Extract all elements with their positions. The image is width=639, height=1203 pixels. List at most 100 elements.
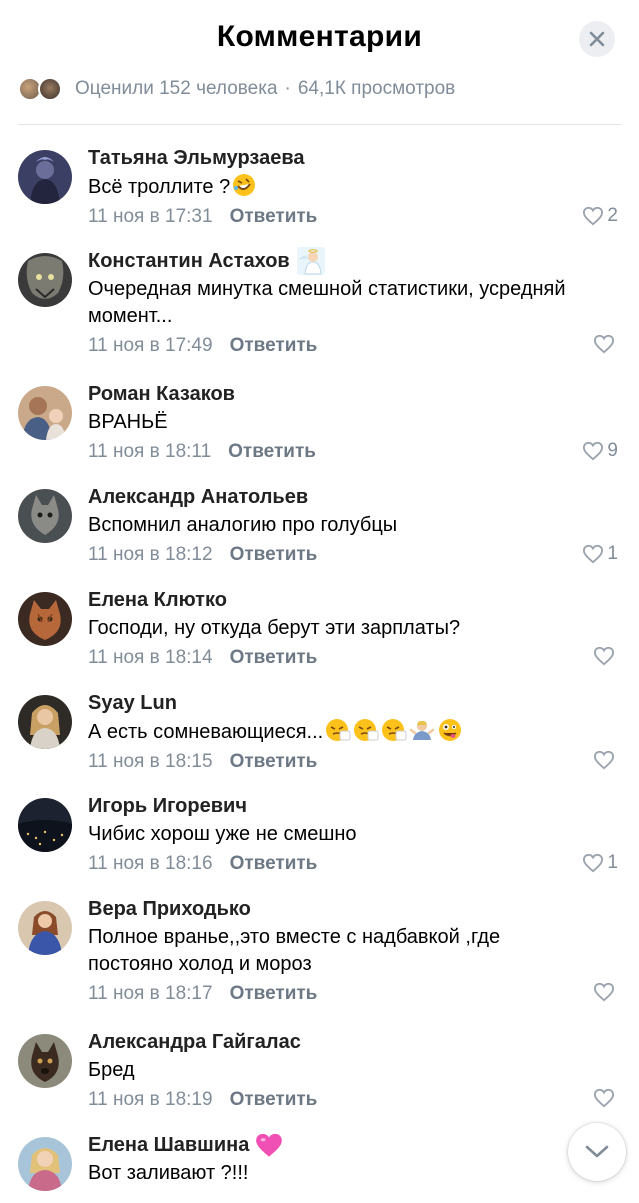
comment-date: 11 ноя в 18:19 xyxy=(88,1089,213,1110)
shrug-emoji xyxy=(409,718,435,742)
reply-button[interactable]: Ответить xyxy=(228,441,316,463)
heart-icon xyxy=(593,646,615,666)
like-button[interactable]: 1 xyxy=(582,852,618,874)
avatar[interactable] xyxy=(18,1137,72,1191)
scroll-down-button[interactable] xyxy=(568,1123,626,1181)
comment-date: 11 ноя в 18:11 xyxy=(88,441,212,462)
heart-icon xyxy=(593,982,615,1002)
heart-icon xyxy=(583,206,604,226)
comment-author[interactable]: Елена Клютко xyxy=(88,587,618,613)
comment-text: Очередная минутка смешной статистики, ус… xyxy=(88,278,566,327)
comment-author[interactable]: Александра Гайгалас xyxy=(88,1029,618,1055)
comment-author[interactable]: Александр Анатольев xyxy=(88,484,618,510)
comment-item: Елена Шавшина Вот заливают ?!!! xyxy=(0,1113,639,1203)
sneezing-emoji xyxy=(381,718,407,742)
liked-avatars[interactable] xyxy=(18,76,66,102)
avatar[interactable] xyxy=(18,695,72,749)
like-button[interactable]: 9 xyxy=(582,440,618,462)
like-button[interactable] xyxy=(593,334,618,354)
sneezing-emoji xyxy=(325,718,351,742)
comment-text: Господи, ну откуда берут эти зарплаты? xyxy=(88,617,461,639)
comment-list: Татьяна Эльмурзаева Всё троллите ? 11 но… xyxy=(0,126,639,1203)
comment-date: 11 ноя в 18:12 xyxy=(88,544,213,565)
comment-text: Вспомнил аналогию про голубцы xyxy=(88,514,398,536)
avatar[interactable] xyxy=(18,901,72,955)
like-button[interactable] xyxy=(593,1088,618,1108)
comment-text: Бред xyxy=(88,1059,135,1081)
likes-count-text[interactable]: Оценили 152 человека xyxy=(75,78,278,100)
zany-emoji xyxy=(437,718,463,742)
reply-button[interactable]: Ответить xyxy=(230,1089,318,1111)
reply-button[interactable]: Ответить xyxy=(230,206,318,228)
close-button[interactable] xyxy=(579,21,615,57)
comment-item: Игорь Игоревич Чибис хорош уже не смешно… xyxy=(0,774,639,877)
angel-sticker-icon xyxy=(296,246,326,276)
header: Комментарии xyxy=(0,0,639,80)
comment-text: Всё троллите ? xyxy=(88,173,618,201)
like-count: 2 xyxy=(607,205,618,226)
avatar[interactable] xyxy=(18,798,72,852)
page-title: Комментарии xyxy=(216,20,423,53)
reply-button[interactable]: Ответить xyxy=(230,751,318,773)
avatar[interactable] xyxy=(18,253,72,307)
close-icon xyxy=(589,31,605,47)
avatar[interactable] xyxy=(18,1034,72,1088)
comment-item: Александра Гайгалас Бред 11 ноя в 18:19 … xyxy=(0,1010,639,1113)
comment-text: Вот заливают ?!!! xyxy=(88,1162,249,1184)
avatar xyxy=(38,77,62,101)
comment-footer: 11 ноя в 18:12 Ответить 1 xyxy=(88,541,618,569)
comment-author[interactable]: Роман Казаков xyxy=(88,381,618,407)
post-stats: Оценили 152 человека · 64,1К просмотров xyxy=(18,74,455,104)
like-count: 1 xyxy=(607,852,618,873)
comment-author[interactable]: Константин Астахов xyxy=(88,246,618,276)
comment-author[interactable]: Татьяна Эльмурзаева xyxy=(88,145,618,171)
heart-icon xyxy=(583,544,604,564)
heart-icon xyxy=(593,750,615,770)
like-count: 1 xyxy=(607,543,618,564)
comment-author[interactable]: Вера Приходько xyxy=(88,896,618,922)
reply-button[interactable]: Ответить xyxy=(230,335,318,357)
comment-item: Елена Клютко Господи, ну откуда берут эт… xyxy=(0,568,639,671)
comment-item: Роман Казаков ВРАНЬЁ 11 ноя в 18:11 Отве… xyxy=(0,362,639,465)
comment-item: Александр Анатольев Вспомнил аналогию пр… xyxy=(0,465,639,568)
avatar[interactable] xyxy=(18,386,72,440)
avatar[interactable] xyxy=(18,592,72,646)
comment-footer: 11 ноя в 18:14 Ответить xyxy=(88,644,618,672)
comment-footer: 11 ноя в 17:31 Ответить 2 xyxy=(88,203,618,231)
comment-author[interactable]: Игорь Игоревич xyxy=(88,793,618,819)
comment-footer: 11 ноя в 18:17 Ответить xyxy=(88,980,618,1008)
like-button[interactable]: 1 xyxy=(582,543,618,565)
reply-button[interactable]: Ответить xyxy=(230,647,318,669)
heart-icon xyxy=(593,1088,615,1108)
reply-button[interactable]: Ответить xyxy=(230,853,318,875)
like-button[interactable]: 2 xyxy=(582,205,618,227)
avatar[interactable] xyxy=(18,150,72,204)
comment-item: Татьяна Эльмурзаева Всё троллите ? 11 но… xyxy=(0,126,639,229)
comment-author[interactable]: Syay Lun xyxy=(88,690,618,716)
comment-date: 11 ноя в 18:14 xyxy=(88,647,213,668)
comment-footer: 11 ноя в 18:11 Ответить 9 xyxy=(88,438,618,466)
sneezing-emoji xyxy=(353,718,379,742)
like-count: 9 xyxy=(607,440,618,461)
comment-item: Константин Астахов Очередная минутка сме… xyxy=(0,229,639,362)
pink-heart-emoji xyxy=(255,1132,283,1158)
reply-button[interactable]: Ответить xyxy=(230,544,318,566)
heart-icon xyxy=(593,334,615,354)
comment-date: 11 ноя в 18:16 xyxy=(88,853,213,874)
like-button[interactable] xyxy=(593,750,618,770)
comment-footer: 11 ноя в 17:49 Ответить xyxy=(88,332,618,360)
comment-date: 11 ноя в 18:15 xyxy=(88,751,213,772)
comment-date: 11 ноя в 18:17 xyxy=(88,983,213,1004)
avatar[interactable] xyxy=(18,489,72,543)
comment-date: 11 ноя в 17:31 xyxy=(88,206,213,227)
comment-item: Syay Lun А есть сомневающиеся... 11 ноя … xyxy=(0,671,639,774)
reply-button[interactable]: Ответить xyxy=(230,983,318,1005)
comment-text: А есть сомневающиеся... xyxy=(88,718,618,746)
like-button[interactable] xyxy=(593,646,618,666)
comment-author[interactable]: Елена Шавшина xyxy=(88,1132,618,1158)
rofl-emoji xyxy=(232,173,256,197)
comment-item: Вера Приходько Полное вранье,,это вместе… xyxy=(0,877,639,1010)
divider xyxy=(18,124,621,125)
like-button[interactable] xyxy=(593,982,618,1002)
heart-icon xyxy=(583,441,604,461)
